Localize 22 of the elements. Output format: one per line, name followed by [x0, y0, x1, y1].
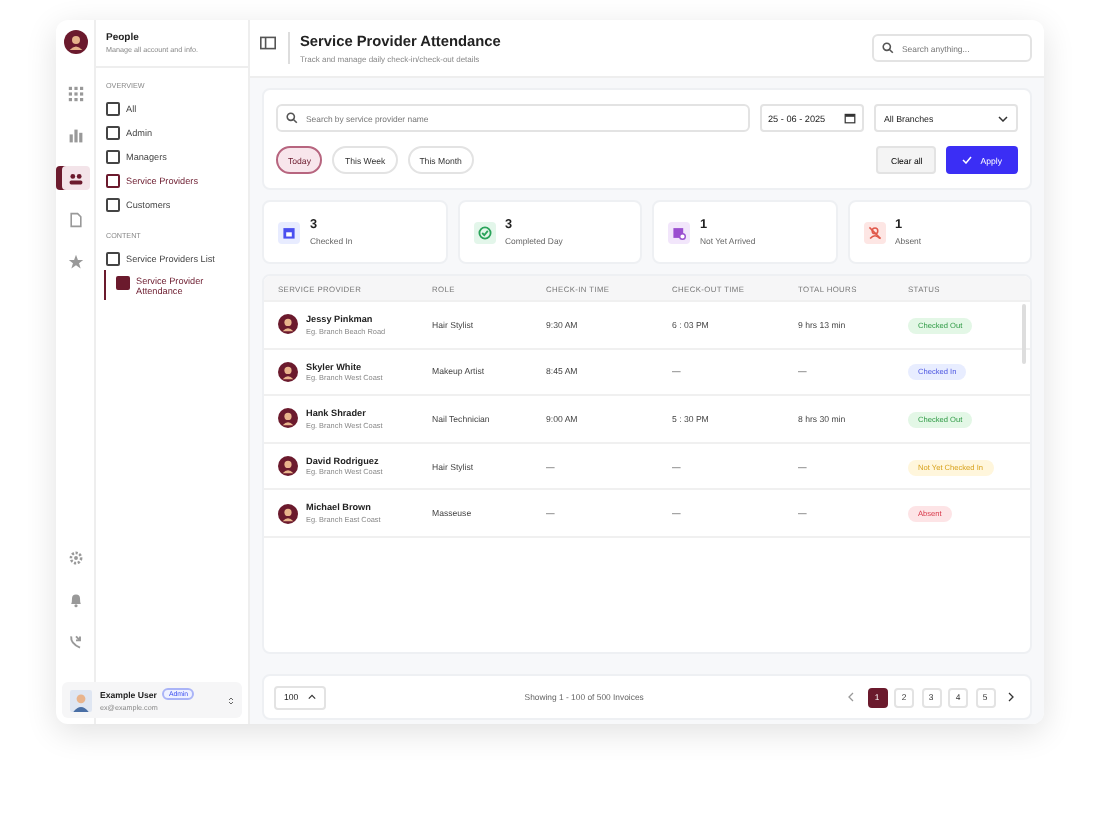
next-page-icon[interactable]: [1008, 692, 1014, 702]
avatar-icon: [278, 361, 298, 382]
search-icon: [882, 42, 894, 54]
logo-icon: [63, 30, 87, 54]
user-avatar-icon: [70, 689, 92, 711]
avatar-icon: [278, 503, 298, 524]
check-icon: [962, 156, 973, 164]
scrollbar[interactable]: [1022, 304, 1026, 364]
avatar-icon: [278, 314, 298, 335]
person-off-icon: [863, 221, 885, 243]
people-icon[interactable]: [61, 166, 89, 190]
calendar-clock-icon: [668, 221, 690, 243]
avatar-icon: [278, 456, 298, 477]
chevron-down-icon: [998, 115, 1008, 121]
previous-page-icon[interactable]: [848, 692, 854, 702]
avatar-icon: [278, 408, 298, 429]
calendar-icon[interactable]: [844, 112, 856, 124]
sidebar-toggle-icon[interactable]: [260, 35, 276, 49]
search-icon: [286, 112, 298, 124]
calendar-icon: [278, 221, 300, 243]
check-circle-icon: [473, 221, 495, 243]
chevron-up-icon: [308, 694, 317, 700]
